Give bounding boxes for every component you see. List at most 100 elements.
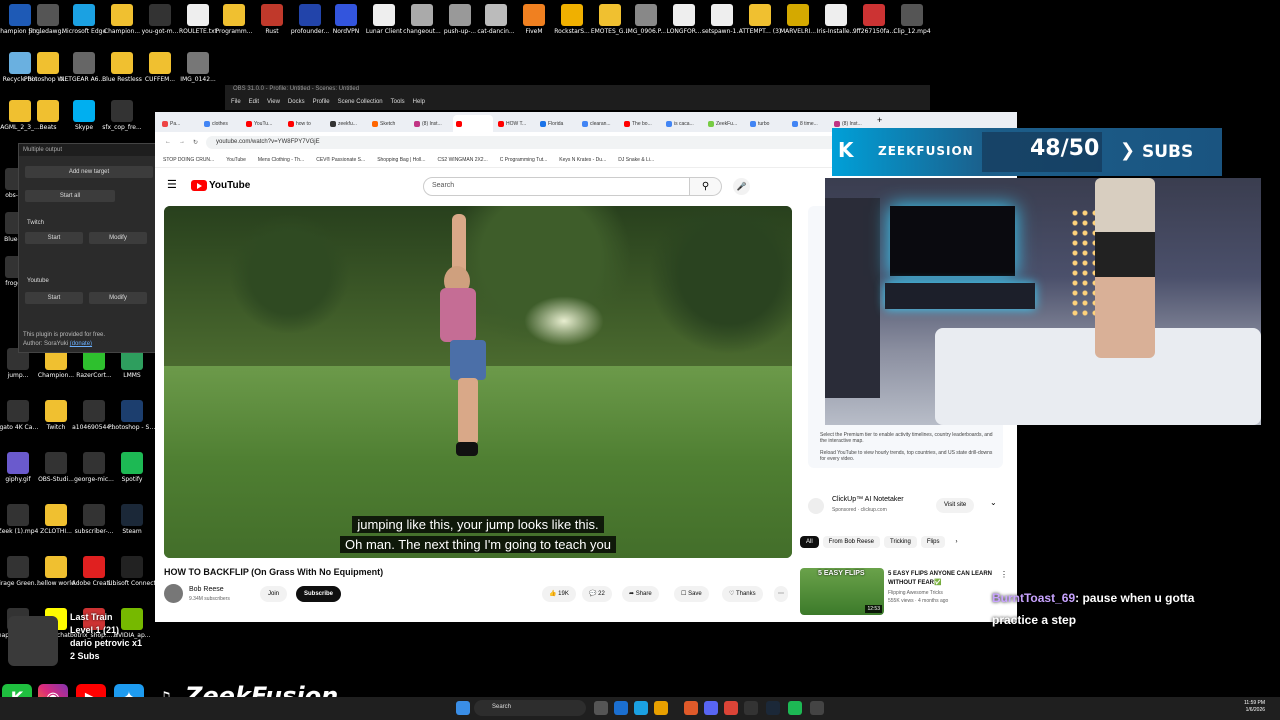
chip-flips[interactable]: Flips [920,536,946,548]
desktop-icon[interactable]: sfx_cop_fre... [98,100,146,131]
start-icon[interactable] [456,701,470,715]
more-actions-icon[interactable]: ⋯ [774,586,788,602]
obs-menu-item[interactable]: Help [413,99,425,105]
search-input[interactable]: Search [423,177,690,196]
bookmark-item[interactable]: CS2 WINGMAN 2X2... [437,157,487,163]
browser-tab[interactable] [453,115,493,132]
desktop-icon-glyph [37,100,59,122]
bookmark-item[interactable]: C Programming Tut... [500,157,548,163]
spotify-icon[interactable] [788,701,802,715]
desktop-icon[interactable]: Clip_12.mp4 [888,4,936,35]
sponsored-ad[interactable]: ClickUp™ AI Notetaker Sponsored · clicku… [808,496,1003,520]
browser-tab[interactable]: The bo... [621,115,661,132]
bookmark-item[interactable]: Shopping Bag | Holl... [377,157,425,163]
steam-icon[interactable] [766,701,780,715]
browser-tab[interactable]: clearan... [579,115,619,132]
explorer-icon[interactable] [614,701,628,715]
thanks-button[interactable]: ♡ Thanks [722,586,763,602]
rec-more-icon[interactable]: ⋮ [1000,570,1008,579]
browser-tab[interactable]: HOW T... [495,115,535,132]
taskbar: Search 11:59 PM 1/6/2026 [0,697,1280,720]
browser-tab[interactable]: clothes [201,115,241,132]
bookmark-item[interactable]: YouTube [226,157,246,163]
firefox-icon[interactable] [684,701,698,715]
rec-views: 555K views · 4 months ago [888,598,949,604]
chip-tricking[interactable]: Tricking [884,536,917,548]
join-button[interactable]: Join [260,586,288,602]
desktop-icon[interactable]: Photoshop - Shortcut [108,400,156,431]
obs-menu-item[interactable]: Profile [313,99,330,105]
obs-menu-item[interactable]: Edit [249,99,259,105]
chip-from-channel[interactable]: From Bob Reese [822,536,881,548]
chevron-down-icon[interactable]: ⌄ [990,498,997,507]
like-button[interactable]: 👍 19K [542,586,576,602]
add-target-button[interactable]: Add new target [25,166,153,178]
search-icon[interactable]: ⚲ [690,177,722,196]
bookmark-item[interactable]: Mens Clothing - Th... [258,157,304,163]
rec-channel[interactable]: Flipping Awesome Tricks [888,590,943,596]
browser-tab[interactable]: YouTu... [243,115,283,132]
browser-tab[interactable]: Florida [537,115,577,132]
obs-menu-item[interactable]: Docks [288,99,305,105]
app-icon[interactable] [810,701,824,715]
save-button[interactable]: ☐ Save [674,586,709,602]
channel-avatar[interactable] [164,584,183,603]
taskbar-search[interactable]: Search [474,700,586,716]
kid-shorts [450,340,486,380]
obs-menu-item[interactable]: View [267,99,280,105]
browser-tab[interactable]: ZeekFu... [705,115,745,132]
chevron-right-icon[interactable]: › [949,536,963,548]
obs-menu-item[interactable]: Tools [391,99,405,105]
rec-title[interactable]: 5 EASY FLIPS ANYONE CAN LEARN WITHOUT FE… [888,570,998,588]
browser-tab[interactable]: Sketch [369,115,409,132]
twitch-start-button[interactable]: Start [25,232,83,244]
bookmark-item[interactable]: DJ Snake & Li... [618,157,654,163]
browser-tab[interactable]: how to [285,115,325,132]
reload-icon[interactable]: ↻ [193,139,198,146]
desktop-icon-glyph [561,4,583,26]
twitch-modify-button[interactable]: Modify [89,232,147,244]
start-all-button[interactable]: Start all [25,190,115,202]
browser-tab[interactable]: zeekfu... [327,115,367,132]
discord-icon[interactable] [704,701,718,715]
obs-icon[interactable] [744,701,758,715]
visit-site-button[interactable]: Visit site [936,498,975,513]
recommended-video[interactable]: 5 EASY FLIPS 12:53 5 EASY FLIPS ANYONE C… [800,568,1017,618]
forward-icon[interactable]: → [179,139,185,145]
obs-menu-item[interactable]: File [231,99,241,105]
subscribe-button[interactable]: Subscribe [296,586,342,602]
edge-icon[interactable] [634,701,648,715]
youtube-start-button[interactable]: Start [25,292,83,304]
youtube-logo[interactable]: YouTube [191,180,250,191]
comment-button[interactable]: 💬 22 [582,586,612,602]
rec-thumbnail[interactable]: 5 EASY FLIPS 12:53 [800,568,884,615]
desktop-icon[interactable]: Spotify [108,452,156,483]
bookmark-item[interactable]: CEV® Passionate S... [316,157,365,163]
share-button[interactable]: ➦ Share [622,586,659,602]
task-view-icon[interactable] [594,701,608,715]
obs-menu-item[interactable]: Scene Collection [338,99,383,105]
chip-all[interactable]: All [800,536,819,548]
event-line-1: Last Train [70,612,113,622]
browser-tab[interactable]: is caca... [663,115,703,132]
browser-tab[interactable]: turbo [747,115,787,132]
microphone-icon[interactable]: 🎤 [733,178,750,195]
browser-tab[interactable]: (8) Inst... [411,115,451,132]
video-player[interactable]: jumping like this, your jump looks like … [164,206,792,558]
clock[interactable]: 11:59 PM 1/6/2026 [1244,700,1265,714]
desktop-icon[interactable]: Ubisoft Connect [108,556,156,587]
channel-name[interactable]: Bob Reese [189,586,224,593]
bookmark-item[interactable]: STOP DOING CRUN... [163,157,214,163]
back-icon[interactable]: ← [165,139,171,145]
desktop-icon[interactable]: IMG_0142... [174,52,222,83]
desktop-icon[interactable]: Steam [108,504,156,535]
filter-chips: All From Bob Reese Tricking Flips › [800,536,963,548]
donate-link[interactable]: (donate) [70,341,92,347]
hamburger-icon[interactable]: ☰ [167,178,177,191]
youtube-modify-button[interactable]: Modify [89,292,147,304]
chrome-icon[interactable] [724,701,738,715]
folder-icon[interactable] [654,701,668,715]
browser-tab[interactable]: 8 time... [789,115,829,132]
bookmark-item[interactable]: Keys N Krates - Du... [559,157,606,163]
browser-tab[interactable]: Pa... [159,115,199,132]
